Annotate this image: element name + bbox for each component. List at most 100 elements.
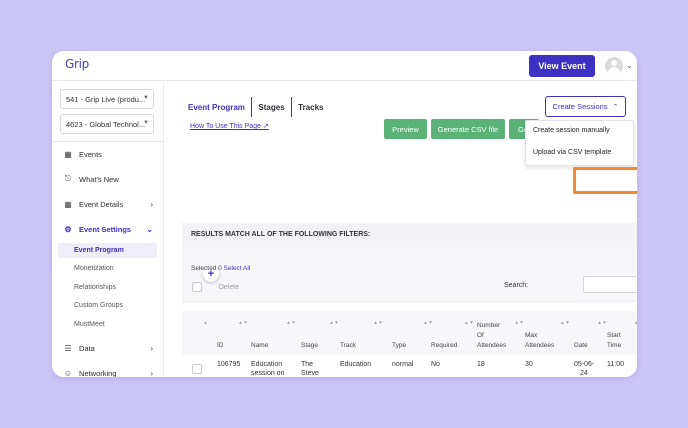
sidebar-item-event-details[interactable]: ▦ Event Details ›: [62, 197, 157, 211]
sidebar-subitem-custom-groups[interactable]: Custom Groups: [58, 298, 157, 313]
header-line: Of: [477, 332, 484, 339]
chevron-down-icon[interactable]: ⌄: [626, 61, 633, 70]
top-bar: Grip View Event ⌄: [52, 51, 637, 81]
main-content: Event Program Stages Tracks How To Use T…: [165, 82, 637, 377]
column-header-start-time[interactable]: Start Time: [607, 331, 621, 350]
sort-icon[interactable]: ▲▼: [597, 320, 607, 326]
cell-start-time: 11:00: [607, 361, 624, 368]
sidebar: 541 - Grip Live (produ... ▼ 4623 - Globa…: [52, 82, 164, 377]
sidebar-item-event-settings[interactable]: ⚙ Event Settings ⌄: [62, 222, 157, 236]
sort-icon[interactable]: ▲▼: [238, 320, 248, 326]
cell-required: No: [431, 361, 440, 368]
create-sessions-label: Create Sessions: [552, 102, 608, 111]
cell-line: The: [301, 361, 314, 368]
cell-name[interactable]: Education session on: [251, 360, 284, 377]
cell-line: session on: [251, 370, 285, 377]
chevron-up-icon: ⌃: [612, 103, 619, 111]
column-header-number-of-attendees[interactable]: Number Of Attendees: [477, 321, 506, 350]
sort-icon[interactable]: ▲▼: [373, 320, 383, 326]
sidebar-subitem-monetization[interactable]: Monetization: [58, 261, 157, 276]
sort-icon[interactable]: ▲: [203, 320, 208, 326]
selected-count: Selected 0: [191, 265, 222, 272]
column-header-max-attendees[interactable]: Max Attendees: [525, 331, 554, 350]
header-line: Max: [525, 332, 538, 339]
sidebar-item-label: Networking: [79, 368, 117, 378]
sort-icon[interactable]: ▲▼: [329, 320, 339, 326]
bulk-select-checkbox[interactable]: [192, 282, 202, 292]
grip-logo[interactable]: Grip: [65, 57, 89, 71]
delete-button[interactable]: Delete: [211, 280, 247, 294]
sort-icon[interactable]: ▲▼: [286, 320, 296, 326]
chevron-right-icon: ›: [150, 343, 153, 353]
tab-stages[interactable]: Stages: [252, 97, 290, 117]
column-header-track[interactable]: Track: [340, 341, 356, 350]
company-select[interactable]: 541 - Grip Live (produ... ▼: [60, 89, 154, 109]
sidebar-item-data[interactable]: ☰ Data ›: [62, 341, 157, 355]
view-event-button[interactable]: View Event: [529, 55, 595, 77]
tab-event-program[interactable]: Event Program: [188, 97, 251, 117]
cell-line: 05-06-: [574, 361, 595, 368]
company-select-value: 541 - Grip Live (produ...: [66, 95, 146, 104]
app-window: Grip View Event ⌄ 541 - Grip Live (produ…: [52, 51, 637, 377]
create-sessions-button[interactable]: Create Sessions ⌃: [545, 96, 626, 117]
header-line: Start: [607, 332, 621, 339]
cell-stage: The Steve: [301, 360, 319, 377]
cell-id: 106795: [217, 361, 241, 368]
event-select[interactable]: 4623 - Global Technol... ▼: [60, 114, 154, 134]
selection-summary: Selected 0 Select All: [191, 265, 250, 272]
row-checkbox[interactable]: [192, 364, 202, 374]
sidebar-subitem-event-program[interactable]: Event Program: [58, 243, 157, 258]
sidebar-item-whats-new[interactable]: ⎋ What's New: [62, 172, 157, 186]
chevron-right-icon: ›: [150, 368, 153, 378]
tab-bar: Event Program Stages Tracks: [188, 97, 330, 117]
search-label: Search:: [504, 282, 529, 289]
calendar-icon: ▦: [64, 149, 72, 159]
sidebar-item-label: What's New: [79, 174, 119, 184]
column-header-required[interactable]: Required: [431, 341, 457, 350]
cell-date: 05-06- 24: [574, 360, 594, 377]
sidebar-subitem-relationships[interactable]: Relationships: [58, 280, 157, 295]
sidebar-item-networking[interactable]: ☺ Networking ›: [62, 366, 157, 378]
generate-csv-button[interactable]: Generate CSV file: [431, 119, 505, 139]
column-header-date[interactable]: Date: [574, 341, 588, 350]
how-to-link-label: How To Use This Page: [190, 123, 261, 130]
header-line: Attendees: [525, 342, 555, 349]
sidebar-item-label: Event Details: [79, 199, 124, 209]
cell-attendees: 18: [477, 361, 485, 368]
avatar[interactable]: [605, 57, 623, 75]
how-to-link[interactable]: How To Use This Page ↗: [190, 122, 269, 130]
bell-icon: ⎋: [64, 174, 72, 183]
search-input[interactable]: [583, 276, 637, 293]
sort-icon[interactable]: ▲▼: [560, 320, 570, 326]
header-line: Number: [477, 322, 501, 329]
sort-icon[interactable]: ▲▼: [464, 320, 474, 326]
create-session-manually-item[interactable]: Create session manually: [526, 123, 633, 139]
sort-icon[interactable]: ▲: [634, 320, 637, 326]
column-header-stage[interactable]: Stage: [301, 341, 318, 350]
sidebar-subitem-mustmeet[interactable]: MustMeet: [58, 317, 157, 332]
header-line: Attendees: [477, 342, 507, 349]
sidebar-item-label: Events: [79, 149, 102, 159]
preview-button[interactable]: Preview: [384, 119, 427, 139]
event-select-value: 4623 - Global Technol...: [66, 120, 146, 129]
upload-csv-template-item[interactable]: Upload via CSV template: [526, 145, 633, 161]
list-icon: ☰: [64, 343, 72, 353]
cell-max-attendees: 30: [525, 361, 533, 368]
cell-track: Education: [340, 361, 372, 368]
table-row[interactable]: 106795 Education session on The Steve Ed…: [182, 355, 637, 377]
tab-tracks[interactable]: Tracks: [292, 97, 329, 117]
chevron-right-icon: ›: [150, 199, 153, 209]
column-header-type[interactable]: Type: [392, 341, 406, 350]
sort-icon[interactable]: ▲▼: [423, 320, 433, 326]
sort-icon[interactable]: ▲▼: [514, 320, 524, 326]
caret-down-icon: ▼: [143, 120, 149, 126]
highlight-box: [573, 167, 637, 194]
cell-line: Education: [251, 361, 283, 368]
column-header-id[interactable]: ID: [217, 341, 224, 350]
external-link-icon: ↗: [262, 123, 269, 130]
sidebar-item-events[interactable]: ▦ Events: [62, 147, 157, 161]
select-all-link[interactable]: Select All: [224, 265, 251, 272]
chevron-down-icon: ⌄: [146, 224, 153, 234]
cell-line: 24: [580, 370, 588, 377]
column-header-name[interactable]: Name: [251, 341, 268, 350]
